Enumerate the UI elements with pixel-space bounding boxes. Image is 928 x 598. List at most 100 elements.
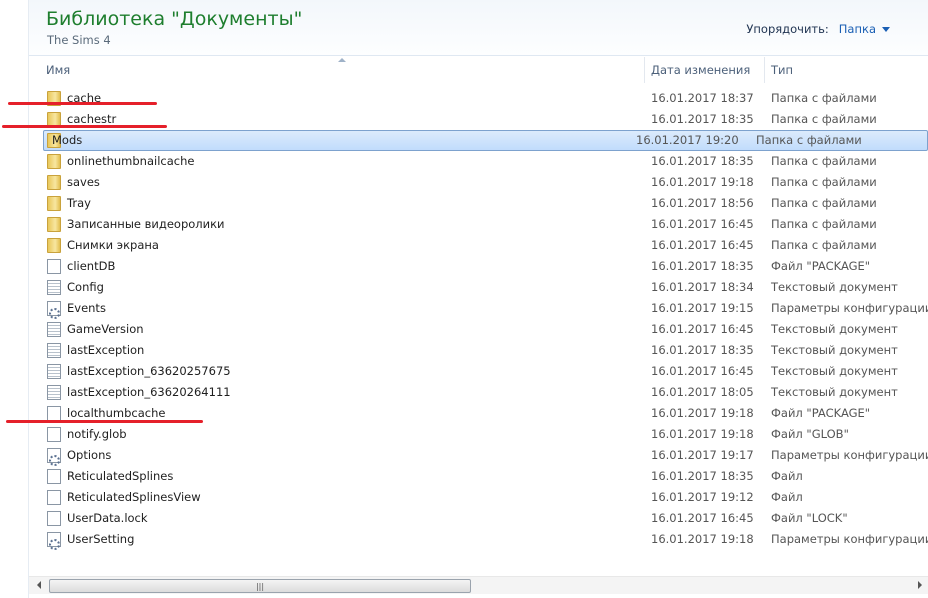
- column-header-name[interactable]: Имя: [40, 57, 644, 83]
- scroll-left-icon[interactable]: [37, 581, 41, 589]
- scrollbar-thumb[interactable]: |||: [49, 579, 471, 593]
- text-file-icon: [47, 385, 61, 400]
- file-type: Файл "PACKAGE": [771, 259, 871, 273]
- file-type: Текстовый документ: [771, 364, 898, 378]
- file-row[interactable]: Записанные видеоролики 16.01.2017 16:45 …: [29, 214, 928, 235]
- file-row[interactable]: ReticulatedSplinesView 16.01.2017 19:12 …: [29, 487, 928, 508]
- explorer-window: Библиотека "Документы" The Sims 4 Упоряд…: [28, 0, 928, 598]
- scroll-right-icon[interactable]: [918, 581, 922, 589]
- config-file-icon: [47, 532, 61, 550]
- file-row[interactable]: UserData.lock 16.01.2017 16:45 Файл "LOC…: [29, 508, 928, 529]
- file-date: 16.01.2017 18:35: [651, 343, 754, 357]
- arrange-by: Упорядочить: Папка: [746, 22, 890, 36]
- file-row[interactable]: lastException_63620257675 16.01.2017 16:…: [29, 361, 928, 382]
- file-type: Параметры конфигурации: [771, 532, 928, 546]
- column-header-date[interactable]: Дата изменения: [645, 57, 764, 83]
- arrange-dropdown[interactable]: Папка: [839, 22, 876, 36]
- file-type: Текстовый документ: [771, 280, 898, 294]
- file-row[interactable]: Mods 16.01.2017 19:20 Папка с файлами: [43, 130, 928, 151]
- file-type: Файл "GLOB": [771, 427, 849, 441]
- file-date: 16.01.2017 16:45: [651, 511, 754, 525]
- file-date: 16.01.2017 18:35: [651, 154, 754, 168]
- text-file-icon: [47, 364, 61, 379]
- text-file-icon: [47, 280, 61, 295]
- file-icon: [47, 427, 61, 442]
- file-date: 16.01.2017 19:18: [651, 427, 754, 441]
- file-date: 16.01.2017 19:12: [651, 490, 754, 504]
- file-name: Mods: [52, 133, 83, 147]
- file-row[interactable]: lastException 16.01.2017 18:35 Текстовый…: [29, 340, 928, 361]
- file-row[interactable]: clientDB 16.01.2017 18:35 Файл "PACKAGE": [29, 256, 928, 277]
- file-row[interactable]: saves 16.01.2017 19:18 Папка с файлами: [29, 172, 928, 193]
- arrange-label: Упорядочить:: [746, 22, 829, 36]
- file-date: 16.01.2017 18:34: [651, 280, 754, 294]
- file-type: Папка с файлами: [771, 175, 877, 189]
- column-header-type[interactable]: Тип: [765, 57, 793, 83]
- file-row[interactable]: Events 16.01.2017 19:15 Параметры конфиг…: [29, 298, 928, 319]
- file-type: Папка с файлами: [756, 133, 862, 147]
- file-row[interactable]: ReticulatedSplines 16.01.2017 18:35 Файл: [29, 466, 928, 487]
- file-date: 16.01.2017 18:05: [651, 385, 754, 399]
- file-row[interactable]: Tray 16.01.2017 18:56 Папка с файлами: [29, 193, 928, 214]
- file-date: 16.01.2017 16:45: [651, 238, 754, 252]
- file-row[interactable]: Config 16.01.2017 18:34 Текстовый докуме…: [29, 277, 928, 298]
- file-name: Tray: [67, 196, 91, 210]
- file-row[interactable]: notify.glob 16.01.2017 19:18 Файл "GLOB": [29, 424, 928, 445]
- file-row[interactable]: Снимки экрана 16.01.2017 16:45 Папка с ф…: [29, 235, 928, 256]
- text-file-icon: [47, 322, 61, 337]
- text-file-icon: [47, 343, 61, 358]
- file-row[interactable]: UserSetting 16.01.2017 19:18 Параметры к…: [29, 529, 928, 550]
- file-name: lastException_63620257675: [67, 364, 231, 378]
- file-name: GameVersion: [67, 322, 144, 336]
- file-date: 16.01.2017 18:37: [651, 91, 754, 105]
- file-type: Параметры конфигурации: [771, 448, 928, 462]
- file-name: clientDB: [67, 259, 116, 273]
- horizontal-scrollbar[interactable]: |||: [29, 576, 928, 594]
- annotation-underline: [8, 102, 157, 105]
- file-icon: [47, 511, 61, 526]
- folder-icon: [47, 196, 61, 211]
- file-name: Снимки экрана: [67, 238, 159, 252]
- library-title: Библиотека "Документы": [46, 8, 303, 30]
- file-type: Папка с файлами: [771, 196, 877, 210]
- file-date: 16.01.2017 19:18: [651, 175, 754, 189]
- file-row[interactable]: lastException_63620264111 16.01.2017 18:…: [29, 382, 928, 403]
- folder-icon: [47, 217, 61, 232]
- file-name: saves: [67, 175, 100, 189]
- file-type: Папка с файлами: [771, 154, 877, 168]
- file-type: Папка с файлами: [771, 91, 877, 105]
- config-file-icon: [47, 448, 61, 466]
- config-file-icon: [47, 301, 61, 319]
- file-icon: [47, 490, 61, 505]
- file-date: 16.01.2017 18:56: [651, 196, 754, 210]
- file-row[interactable]: onlinethumbnailcache 16.01.2017 18:35 Па…: [29, 151, 928, 172]
- file-type: Файл "PACKAGE": [771, 406, 871, 420]
- file-name: Записанные видеоролики: [67, 217, 225, 231]
- file-name: cache: [67, 91, 102, 105]
- library-subtitle: The Sims 4: [47, 33, 111, 47]
- file-row[interactable]: cache 16.01.2017 18:37 Папка с файлами: [29, 88, 928, 109]
- column-headers: Имя Дата изменения Тип: [29, 57, 928, 83]
- file-type: Файл: [771, 490, 803, 504]
- file-type: Папка с файлами: [771, 238, 877, 252]
- file-row[interactable]: GameVersion 16.01.2017 16:45 Текстовый д…: [29, 319, 928, 340]
- file-name: notify.glob: [67, 427, 127, 441]
- file-name: ReticulatedSplinesView: [67, 490, 201, 504]
- annotation-underline: [6, 420, 203, 423]
- file-date: 16.01.2017 19:15: [651, 301, 754, 315]
- file-date: 16.01.2017 18:35: [651, 112, 754, 126]
- file-row[interactable]: Options 16.01.2017 19:17 Параметры конфи…: [29, 445, 928, 466]
- folder-icon: [47, 175, 61, 190]
- file-type: Параметры конфигурации: [771, 301, 928, 315]
- file-name: Events: [67, 301, 106, 315]
- file-date: 16.01.2017 16:45: [651, 364, 754, 378]
- file-name: Options: [67, 448, 112, 462]
- chevron-down-icon[interactable]: [882, 27, 890, 32]
- file-date: 16.01.2017 18:35: [651, 469, 754, 483]
- file-name: UserSetting: [67, 532, 135, 546]
- file-type: Файл "LOCK": [771, 511, 848, 525]
- file-date: 16.01.2017 19:20: [636, 133, 739, 147]
- file-name: lastException_63620264111: [67, 385, 231, 399]
- file-icon: [47, 259, 61, 274]
- grip-icon: |||: [255, 582, 265, 591]
